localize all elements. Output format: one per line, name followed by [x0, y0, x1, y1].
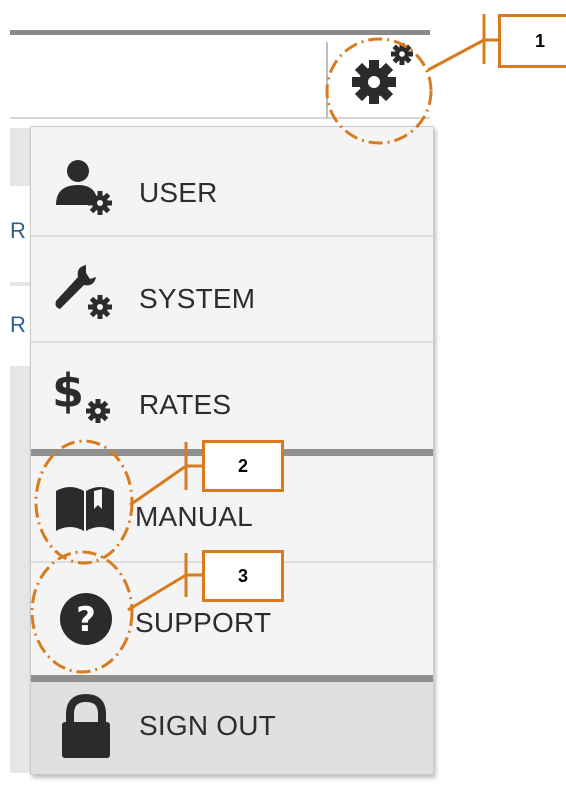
background-row-text: R — [10, 312, 26, 337]
topbar-bottom-border — [10, 117, 430, 119]
menu-divider — [31, 235, 433, 237]
help-circle-icon: ? — [45, 587, 125, 651]
menu-item-system[interactable]: SYSTEM — [31, 239, 433, 339]
menu-item-label: RATES — [139, 389, 232, 420]
callout-label-2: 2 — [202, 440, 284, 492]
callout-number: 1 — [534, 30, 545, 51]
callout-number: 3 — [237, 565, 248, 586]
callout-number: 2 — [237, 455, 248, 476]
background-row-text: R — [10, 218, 26, 243]
menu-item-sign-out[interactable]: SIGN OUT — [31, 682, 433, 774]
book-icon — [45, 479, 125, 539]
topbar-border — [10, 30, 430, 35]
dollar-gear-icon: $ — [45, 363, 125, 427]
menu-item-label: USER — [139, 177, 218, 208]
menu-item-label: MANUAL — [135, 501, 253, 532]
menu-item-user[interactable]: USER — [31, 135, 433, 235]
settings-gear-button[interactable] — [338, 38, 426, 114]
svg-text:$: $ — [52, 364, 84, 418]
menu-section-divider — [31, 675, 433, 682]
menu-item-rates[interactable]: $ RATES — [31, 345, 433, 445]
menu-item-label: SYSTEM — [139, 283, 256, 314]
toolbar-separator — [326, 42, 328, 118]
callout-label-1: 1 — [498, 14, 566, 68]
menu-divider — [31, 341, 433, 343]
callout-label-3: 3 — [202, 550, 284, 602]
menu-item-label: SIGN OUT — [139, 710, 276, 741]
callout-leader-1 — [427, 38, 485, 72]
user-gear-icon — [45, 157, 125, 217]
menu-item-label: SUPPORT — [135, 607, 272, 638]
lock-icon — [45, 694, 125, 760]
wrench-gear-icon — [45, 261, 125, 321]
svg-text:?: ? — [76, 600, 96, 640]
settings-gear-icon — [352, 43, 413, 104]
